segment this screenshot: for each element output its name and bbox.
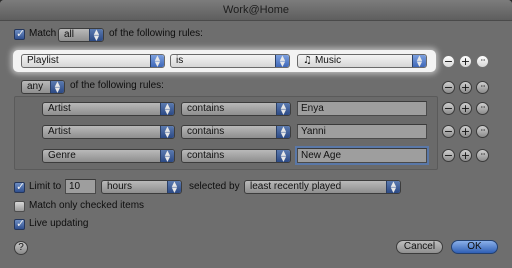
rule-value-popup[interactable]: ♫ Music ▲ ▼ (297, 54, 427, 68)
remove-rule-button[interactable]: − (442, 55, 455, 68)
selected-by-popup[interactable]: least recently played ▲ ▼ (244, 180, 401, 194)
rule-value-text: Music (314, 55, 342, 66)
popup-arrows-icon: ▲ ▼ (276, 103, 290, 115)
rule-field-value: Playlist (27, 55, 59, 66)
rule-field-value: Artist (48, 126, 71, 137)
remove-rule-button[interactable]: − (442, 81, 455, 94)
match-checked-items-label: Match only checked items (29, 200, 145, 211)
checkmark-icon: ✓ (16, 180, 26, 193)
remove-rule-button[interactable]: − (442, 102, 455, 115)
popup-arrows-icon: ▲ ▼ (167, 181, 181, 193)
popup-arrows-icon: ▲ ▼ (160, 103, 174, 115)
cancel-button[interactable]: Cancel (396, 240, 443, 254)
subgroup-following-label: of the following rules: (70, 80, 164, 91)
match-checked-items-checkbox[interactable] (14, 201, 25, 212)
match-all-any-popup[interactable]: all ▲ ▼ (58, 28, 104, 42)
popup-arrows-icon: ▲ ▼ (89, 29, 103, 41)
rule-field-value: Genre (48, 150, 76, 161)
rule-operator-popup[interactable]: contains ▲ ▼ (181, 149, 291, 163)
rule-operator-value: contains (187, 103, 225, 114)
rule-field-popup[interactable]: Artist ▲ ▼ (42, 125, 175, 139)
rule-field-popup[interactable]: Artist ▲ ▼ (42, 102, 175, 116)
rule-operator-popup[interactable]: is ▲ ▼ (170, 54, 290, 68)
live-updating-checkbox[interactable]: ✓ (14, 217, 26, 230)
subgroup-match-value: any (27, 81, 44, 92)
match-label: Match (29, 28, 57, 39)
smart-playlist-dialog: Work@Home ✓ Match all ▲ ▼ of the followin… (0, 0, 512, 268)
popup-arrows-icon: ▲ ▼ (386, 181, 400, 193)
popup-arrows-icon: ▲ ▼ (275, 55, 289, 67)
popup-arrows-icon: ▲ ▼ (160, 126, 174, 138)
add-rule-button[interactable]: + (459, 102, 472, 115)
add-nested-rule-button[interactable]: ··· (476, 125, 489, 138)
rule-operator-popup[interactable]: contains ▲ ▼ (181, 125, 291, 139)
rule-operator-popup[interactable]: contains ▲ ▼ (181, 102, 291, 116)
limit-label: Limit to (29, 181, 62, 192)
add-rule-button[interactable]: + (459, 55, 472, 68)
window-title: Work@Home (0, 0, 512, 21)
help-button[interactable]: ? (14, 241, 28, 255)
rule-value-field[interactable]: Enya (297, 101, 427, 116)
limit-amount-field[interactable]: 10 (65, 179, 96, 194)
match-popup-value: all (64, 29, 75, 40)
following-rules-label: of the following rules: (109, 28, 203, 39)
popup-arrows-icon: ▲ ▼ (150, 55, 164, 67)
add-nested-rule-button[interactable]: ··· (476, 55, 489, 68)
live-updating-label: Live updating (29, 218, 89, 229)
rule-field-value: Artist (48, 103, 71, 114)
remove-rule-button[interactable]: − (442, 149, 455, 162)
remove-rule-button[interactable]: − (442, 125, 455, 138)
ok-button[interactable]: OK (451, 240, 498, 254)
match-checkbox[interactable]: ✓ (14, 27, 26, 40)
checkmark-icon: ✓ (16, 27, 26, 40)
limit-unit-popup[interactable]: hours ▲ ▼ (101, 180, 182, 194)
rule-value-field[interactable]: Yanni (297, 124, 427, 139)
rule-operator-value: contains (187, 126, 225, 137)
popup-arrows-icon: ▲ ▼ (276, 150, 290, 162)
popup-arrows-icon: ▲ ▼ (160, 150, 174, 162)
popup-arrows-icon: ▲ ▼ (276, 126, 290, 138)
limit-unit-value: hours (107, 181, 133, 192)
popup-arrows-icon: ▲ ▼ (50, 81, 64, 93)
subgroup-match-popup[interactable]: any ▲ ▼ (21, 80, 65, 94)
popup-arrows-icon: ▲ ▼ (412, 55, 426, 67)
rule-value-field[interactable]: New Age (297, 148, 427, 163)
selected-by-label: selected by (189, 181, 240, 192)
add-rule-button[interactable]: + (459, 125, 472, 138)
add-rule-button[interactable]: + (459, 81, 472, 94)
add-nested-rule-button[interactable]: ··· (476, 102, 489, 115)
rule-operator-value: is (176, 55, 184, 66)
checkmark-icon: ✓ (16, 217, 26, 230)
limit-checkbox[interactable]: ✓ (14, 180, 26, 193)
add-nested-rule-button[interactable]: ··· (476, 81, 489, 94)
selected-by-value: least recently played (250, 181, 342, 192)
music-note-icon: ♫ (303, 55, 312, 66)
rule-field-popup[interactable]: Playlist ▲ ▼ (21, 54, 165, 68)
rule-field-popup[interactable]: Genre ▲ ▼ (42, 149, 175, 163)
rule-operator-value: contains (187, 150, 225, 161)
add-rule-button[interactable]: + (459, 149, 472, 162)
add-nested-rule-button[interactable]: ··· (476, 149, 489, 162)
